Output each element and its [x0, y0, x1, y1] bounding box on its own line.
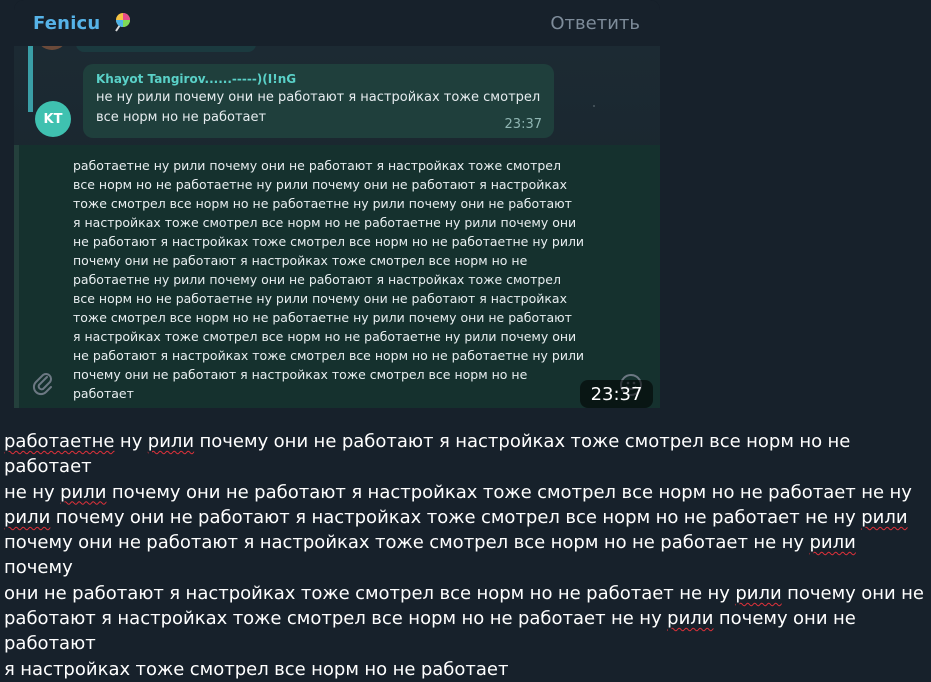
misspelled-word: рили	[735, 582, 782, 604]
editor-line: работаетне ну рили почему они не работаю…	[4, 429, 929, 480]
editor-text-segment: ну	[114, 431, 148, 452]
compose-line: работаетне ну рили почему они не работаю…	[73, 272, 561, 287]
message-bubble[interactable]: Khayot Tangirov......-----)(I!nG не ну р…	[83, 64, 554, 138]
lollipop-icon	[114, 13, 130, 32]
compose-line: работаетне ну рили почему они не работаю…	[73, 158, 561, 173]
compose-line: не работают я настройках тоже смотрел вс…	[73, 348, 585, 363]
message-text: не ну рили почему они не работают я наст…	[96, 90, 541, 125]
editor-text-segment: почему они не работают я настройках тоже…	[50, 506, 862, 528]
editor-text-segment: я настройках тоже смотрел все норм но не…	[4, 658, 509, 680]
misspelled-word: рили	[861, 506, 908, 528]
editor-text-segment: они не работают я настройках тоже смотре…	[4, 582, 736, 604]
misspelled-word: рили	[809, 532, 856, 554]
misspelled-word: рили	[4, 506, 51, 528]
compose-line: тоже смотрел все норм но не работаетне н…	[73, 196, 572, 211]
editor-text[interactable]: работаетне ну рили почему они не работаю…	[4, 429, 929, 682]
compose-line: я настройках тоже смотрел все норм но не…	[73, 329, 577, 344]
misspelled-word: работаетне	[4, 431, 115, 452]
compose-line: тоже смотрел все норм но не работаетне н…	[73, 310, 572, 325]
compose-line: почему они не работают я настройках тоже…	[73, 253, 528, 268]
chat-title[interactable]: Fenicu	[33, 13, 100, 34]
editor-text-segment: почему они не работают я настройках тоже…	[106, 481, 912, 503]
chat-window: Fenicu Ответить 23:36 KT Khayot Tangirov…	[14, 0, 660, 408]
editor-text-segment: не ну	[4, 481, 61, 503]
reply-button[interactable]: Ответить	[550, 13, 640, 34]
misspelled-word: рили	[60, 481, 107, 503]
compose-line: не работают я настройках тоже смотрел вс…	[73, 234, 585, 249]
editor-text-segment: почему они не	[781, 582, 924, 604]
chat-title-wrap[interactable]: Fenicu	[33, 12, 132, 34]
chat-header: Fenicu Ответить	[14, 0, 660, 46]
attach-icon[interactable]	[32, 371, 54, 397]
compose-line: работает	[73, 386, 134, 401]
avatar[interactable]: KT	[35, 101, 71, 137]
editor-text-segment: почему они не работают я настройках тоже…	[4, 532, 810, 554]
compose-line: почему они не работают я настройках тоже…	[73, 367, 528, 382]
compose-line: все норм но не работаетне ну рили почему…	[73, 291, 567, 306]
text-editor-panel[interactable]: работаетне ну рили почему они не работаю…	[0, 408, 931, 680]
editor-line: почему они не работают я настройках тоже…	[4, 530, 929, 581]
compose-line: я настройках тоже смотрел все норм но не…	[73, 215, 577, 230]
editor-line: работают я настройках тоже смотрел все н…	[4, 606, 929, 657]
reply-quote-bar	[28, 46, 33, 112]
editor-line: я настройках тоже смотрел все норм но не…	[4, 657, 929, 682]
time-badge: 23:37	[580, 380, 653, 408]
compose-line: все норм но не работаетне ну рили почему…	[73, 177, 567, 192]
editor-line: рили почему они не работают я настройках…	[4, 505, 929, 530]
message-compose-area[interactable]: работаетне ну рили почему они не работаю…	[14, 145, 660, 408]
compose-left-strip	[14, 145, 19, 408]
editor-text-segment: почему	[4, 557, 73, 579]
editor-line: не ну рили почему они не работают я наст…	[4, 480, 929, 505]
message-time: 23:37	[504, 117, 542, 132]
compose-text[interactable]: работаетне ну рили почему они не работаю…	[73, 156, 613, 403]
message-sender[interactable]: Khayot Tangirov......-----)(I!nG	[96, 72, 541, 86]
editor-line: они не работают я настройках тоже смотре…	[4, 581, 929, 606]
misspelled-word: рили	[147, 431, 195, 452]
